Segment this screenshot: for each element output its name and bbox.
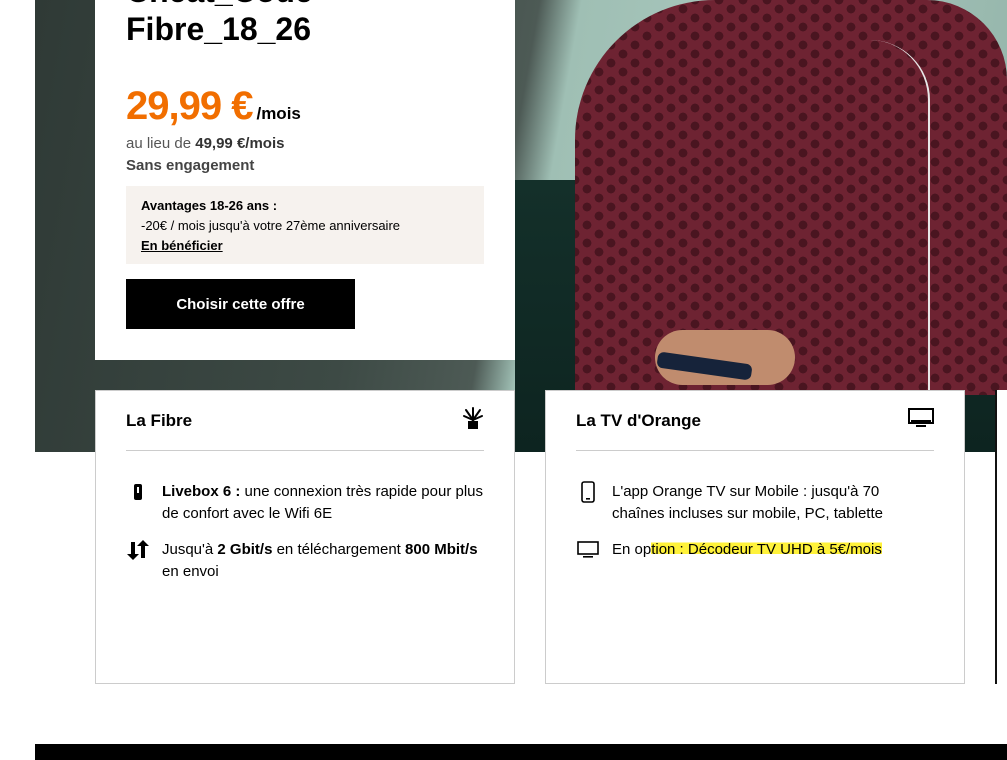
tv-card-title: La TV d'Orange — [576, 410, 701, 430]
offer-card: Cheat_Code Fibre_18_26 29,99 € /mois au … — [95, 0, 515, 360]
livebox-label: Livebox 6 : — [162, 483, 241, 500]
fibre-feature-list: Livebox 6 : une connexion très rapide po… — [126, 481, 484, 583]
fiber-optic-icon — [462, 406, 484, 435]
tv-feature-list: L'app Orange TV sur Mobile : jusqu'à 70 … — [576, 481, 934, 561]
tv-screen-icon — [576, 539, 600, 561]
upload-speed: 800 Mbit/s — [405, 541, 478, 558]
speed-middle: en téléchargement — [272, 541, 406, 558]
price-period: /mois — [256, 104, 301, 123]
mobile-phone-icon — [576, 481, 600, 503]
tv-icon — [908, 408, 934, 433]
next-card-edge — [995, 390, 1007, 684]
list-item: En option : Décodeur TV UHD à 5€/mois — [576, 539, 934, 561]
speed-text: Jusqu'à 2 Gbit/s en téléchargement 800 M… — [162, 539, 484, 583]
livebox-text: Livebox 6 : une connexion très rapide po… — [162, 481, 484, 525]
list-item: L'app Orange TV sur Mobile : jusqu'à 70 … — [576, 481, 934, 525]
price-row: 29,99 € /mois — [126, 84, 301, 129]
mobile-app-text: L'app Orange TV sur Mobile : jusqu'à 70 … — [612, 483, 883, 522]
decoder-prefix: En op — [612, 541, 652, 558]
old-price-value: 49,99 €/mois — [195, 135, 285, 152]
old-price-prefix: au lieu de — [126, 135, 196, 152]
hero-sweater — [575, 0, 1007, 395]
list-item: Jusqu'à 2 Gbit/s en téléchargement 800 M… — [126, 539, 484, 583]
decoder-text: En option : Décodeur TV UHD à 5€/mois — [612, 539, 882, 561]
speed-prefix: Jusqu'à — [162, 541, 218, 558]
fibre-card-header: La Fibre — [126, 391, 484, 451]
livebox-icon — [126, 481, 150, 503]
hero-earphone-cable — [840, 40, 930, 400]
offer-title: Cheat_Code Fibre_18_26 — [126, 0, 313, 47]
list-item: Livebox 6 : une connexion très rapide po… — [126, 481, 484, 525]
advantages-text: -20€ / mois jusqu'à votre 27ème annivers… — [141, 218, 401, 233]
advantages-title: Avantages 18-26 ans : — [141, 198, 278, 213]
tv-card: La TV d'Orange L'app Orange TV sur Mobil… — [545, 390, 965, 684]
up-down-arrows-icon — [126, 539, 150, 561]
tv-card-header: La TV d'Orange — [576, 391, 934, 451]
speed-suffix: en envoi — [162, 563, 219, 580]
download-speed: 2 Gbit/s — [217, 541, 273, 558]
advantages-link[interactable]: En bénéficier — [141, 238, 223, 253]
fibre-card: La Fibre Livebox 6 : une connexion très … — [95, 390, 515, 684]
choose-offer-button[interactable]: Choisir cette offre — [126, 279, 355, 329]
decoder-highlight: tion : Décodeur TV UHD à 5€/mois — [651, 541, 882, 558]
advantages-box: Avantages 18-26 ans : -20€ / mois jusqu'… — [126, 186, 484, 264]
fibre-card-title: La Fibre — [126, 410, 193, 430]
offer-price: 29,99 € — [126, 84, 253, 128]
footer-bar — [35, 744, 1007, 760]
old-price: au lieu de 49,99 €/mois — [126, 135, 284, 152]
commitment-text: Sans engagement — [126, 157, 255, 174]
